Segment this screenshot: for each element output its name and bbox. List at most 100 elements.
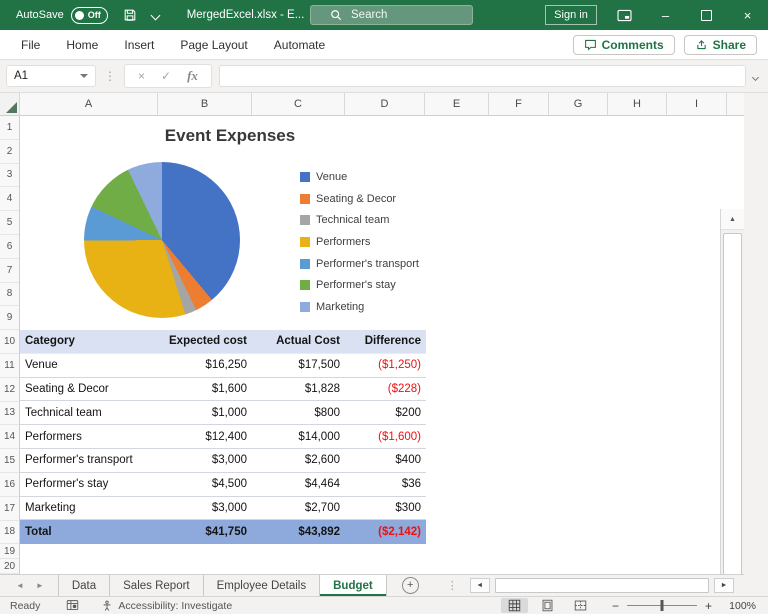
column-header-i[interactable]: I	[667, 93, 727, 115]
minimize-button[interactable]: –	[645, 0, 686, 30]
row-header-1[interactable]: 1	[0, 116, 19, 140]
row-header-20[interactable]: 20	[0, 559, 19, 574]
scroll-right-icon[interactable]: ►	[714, 578, 734, 593]
pie-chart[interactable]: Event Expenses VenueSeating & DecorTechn…	[30, 118, 440, 330]
row-header-19[interactable]: 19	[0, 544, 19, 559]
sheet-nav-left-icon[interactable]: ◄	[16, 581, 24, 590]
legend-item-performers[interactable]: Performers	[300, 231, 419, 253]
legend-item-performer-s-transport[interactable]: Performer's transport	[300, 253, 419, 275]
save-icon[interactable]	[123, 8, 137, 22]
close-button[interactable]: ×	[727, 0, 768, 30]
legend-item-seating-decor[interactable]: Seating & Decor	[300, 188, 419, 210]
formula-input[interactable]	[219, 65, 746, 87]
table-row[interactable]: Performers$12,400$14,000($1,600)	[20, 425, 426, 449]
ribbon-display-options-icon[interactable]	[604, 0, 645, 30]
scroll-left-icon[interactable]: ◄	[470, 578, 490, 593]
row-header-18[interactable]: 18	[0, 521, 19, 545]
column-header-a[interactable]: A	[20, 93, 158, 115]
row-header-13[interactable]: 13	[0, 402, 19, 426]
sheet-tab-employee-details[interactable]: Employee Details	[203, 575, 319, 596]
row-header-8[interactable]: 8	[0, 283, 19, 307]
new-sheet-button[interactable]: +	[402, 577, 419, 594]
cancel-icon[interactable]: ×	[138, 69, 145, 83]
column-header-e[interactable]: E	[425, 93, 489, 115]
table-cell: $3,000	[158, 454, 252, 466]
row-header-12[interactable]: 12	[0, 378, 19, 402]
ribbon-tab-page-layout[interactable]: Page Layout	[167, 30, 260, 59]
autosave-control[interactable]: AutoSave Off	[16, 7, 108, 24]
sheet-canvas[interactable]: Event Expenses VenueSeating & DecorTechn…	[20, 116, 744, 574]
select-all-button[interactable]	[0, 93, 20, 115]
ribbon-tab-file[interactable]: File	[8, 30, 53, 59]
row-header-11[interactable]: 11	[0, 354, 19, 378]
row-header-3[interactable]: 3	[0, 164, 19, 188]
row-header-7[interactable]: 7	[0, 259, 19, 283]
legend-label: Seating & Decor	[316, 193, 396, 205]
row-header-9[interactable]: 9	[0, 306, 19, 330]
ribbon-tab-insert[interactable]: Insert	[111, 30, 167, 59]
sign-in-button[interactable]: Sign in	[545, 5, 597, 25]
insert-function-icon[interactable]: fx	[187, 68, 198, 84]
macro-record-icon[interactable]	[66, 599, 79, 612]
legend-item-venue[interactable]: Venue	[300, 166, 419, 188]
maximize-button[interactable]	[686, 0, 727, 30]
column-header-d[interactable]: D	[345, 93, 425, 115]
page-layout-view-icon[interactable]	[534, 598, 561, 613]
legend-item-marketing[interactable]: Marketing	[300, 296, 419, 318]
sheet-tab-budget[interactable]: Budget	[319, 575, 387, 596]
accessibility-status[interactable]: Accessibility: Investigate	[101, 600, 232, 612]
scroll-up-icon[interactable]: ▲	[721, 209, 744, 230]
expand-formula-bar-icon[interactable]	[753, 67, 758, 85]
zoom-slider[interactable]: − +	[612, 599, 712, 613]
row-header-6[interactable]: 6	[0, 235, 19, 259]
quick-access-chevron-icon[interactable]	[152, 12, 159, 19]
column-header-b[interactable]: B	[158, 93, 252, 115]
table-row[interactable]: Performer's stay$4,500$4,464$36	[20, 473, 426, 497]
sheet-tab-sales-report[interactable]: Sales Report	[109, 575, 202, 596]
comments-button[interactable]: Comments	[573, 35, 675, 55]
pie-plot-area[interactable]	[84, 162, 240, 318]
enter-icon[interactable]: ✓	[161, 69, 171, 83]
search-input[interactable]: Search	[310, 5, 473, 25]
ribbon-tab-home[interactable]: Home	[53, 30, 111, 59]
legend-swatch-icon	[300, 172, 310, 182]
table-row[interactable]: Performer's transport$3,000$2,600$400	[20, 449, 426, 473]
table-row[interactable]: Marketing$3,000$2,700$300	[20, 497, 426, 521]
legend-item-technical-team[interactable]: Technical team	[300, 209, 419, 231]
table-row[interactable]: Technical team$1,000$800$200	[20, 401, 426, 425]
vertical-scrollbar[interactable]: ▲ ▼	[720, 209, 744, 614]
ribbon-tab-automate[interactable]: Automate	[261, 30, 338, 59]
autosave-toggle[interactable]: Off	[71, 7, 108, 24]
row-header-16[interactable]: 16	[0, 473, 19, 497]
zoom-in-icon[interactable]: +	[705, 599, 712, 613]
zoom-level[interactable]: 100%	[724, 600, 756, 612]
sheet-tab-data[interactable]: Data	[58, 575, 109, 596]
table-row[interactable]: Seating & Decor$1,600$1,828($228)	[20, 378, 426, 402]
zoom-track[interactable]	[627, 605, 697, 606]
zoom-out-icon[interactable]: −	[612, 599, 619, 613]
row-header-17[interactable]: 17	[0, 497, 19, 521]
normal-view-icon[interactable]	[501, 598, 528, 613]
expense-table[interactable]: CategoryExpected costActual CostDifferen…	[20, 330, 426, 544]
row-header-14[interactable]: 14	[0, 425, 19, 449]
row-header-10[interactable]: 10	[0, 330, 19, 354]
row-header-5[interactable]: 5	[0, 211, 19, 235]
zoom-handle[interactable]	[660, 600, 663, 611]
sheet-nav-right-icon[interactable]: ►	[36, 581, 44, 590]
horizontal-scroll-thumb[interactable]	[495, 578, 709, 593]
vertical-scroll-thumb[interactable]	[723, 233, 742, 614]
horizontal-scrollbar[interactable]: ◄ ►	[470, 578, 734, 593]
column-header-c[interactable]: C	[252, 93, 345, 115]
column-header-h[interactable]: H	[608, 93, 667, 115]
row-header-15[interactable]: 15	[0, 449, 19, 473]
column-header-f[interactable]: F	[489, 93, 549, 115]
legend-item-performer-s-stay[interactable]: Performer's stay	[300, 274, 419, 296]
name-box-dropdown-icon[interactable]	[80, 74, 88, 78]
share-button[interactable]: Share	[684, 35, 757, 55]
table-row[interactable]: Venue$16,250$17,500($1,250)	[20, 354, 426, 378]
name-box[interactable]: A1	[6, 65, 96, 87]
column-header-g[interactable]: G	[549, 93, 608, 115]
row-header-4[interactable]: 4	[0, 187, 19, 211]
page-break-preview-icon[interactable]	[567, 598, 594, 613]
row-header-2[interactable]: 2	[0, 140, 19, 164]
